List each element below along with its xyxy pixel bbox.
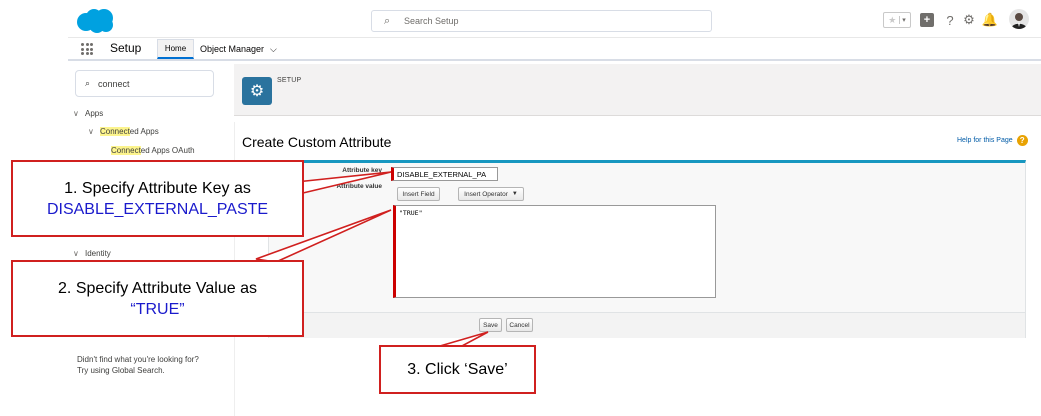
app-name: Setup bbox=[110, 41, 142, 55]
attribute-value-label: Attribute value bbox=[336, 183, 382, 190]
bell-icon[interactable]: 🔔 bbox=[982, 11, 998, 29]
breadcrumb: SETUP bbox=[277, 77, 302, 84]
help-icon[interactable]: ? bbox=[944, 11, 956, 29]
sidebar-help-text: Didn't find what you're looking for? Try… bbox=[77, 354, 199, 376]
sidebar-help-line: Try using Global Search. bbox=[77, 366, 165, 375]
page-title: Create Custom Attribute bbox=[242, 134, 392, 150]
star-icon: ★ bbox=[888, 14, 897, 25]
insert-field-button[interactable]: Insert Field bbox=[397, 187, 440, 201]
tree-node-identity[interactable]: ∨ Identity bbox=[73, 249, 111, 258]
setup-gear-icon: ⚙ bbox=[242, 77, 272, 105]
global-search-box[interactable]: ⌕ bbox=[371, 10, 712, 32]
tree-node-connected-apps[interactable]: ∨ Connected Apps bbox=[88, 127, 159, 136]
page-header bbox=[234, 64, 1041, 116]
attribute-key-label: Attribute key bbox=[342, 167, 382, 174]
avatar[interactable] bbox=[1009, 9, 1029, 29]
chevron-down-icon: ∨ bbox=[73, 249, 79, 258]
cancel-button[interactable]: Cancel bbox=[506, 318, 533, 332]
tree-node-identity-label: Identity bbox=[85, 249, 111, 258]
salesforce-cloud-logo[interactable] bbox=[75, 8, 115, 34]
plus-icon[interactable]: + bbox=[920, 13, 934, 27]
global-search-input[interactable] bbox=[404, 13, 704, 29]
callout-step-2-text: 2. Specify Attribute Value as bbox=[58, 279, 257, 297]
callout-step-2: 2. Specify Attribute Value as “TRUE” bbox=[11, 260, 304, 337]
chevron-down-icon[interactable]: ▾ bbox=[899, 16, 906, 24]
app-launcher-icon[interactable] bbox=[81, 43, 93, 55]
save-button[interactable]: Save bbox=[479, 318, 502, 332]
callout-step-1-text: 1. Specify Attribute Key as bbox=[64, 179, 251, 197]
search-icon: ⌕ bbox=[85, 78, 91, 88]
chevron-down-icon: ∨ bbox=[73, 109, 79, 118]
attribute-value-textarea[interactable]: "TRUE" bbox=[393, 205, 716, 298]
help-for-page-link[interactable]: Help for this Page ? bbox=[957, 135, 1028, 146]
insert-operator-label: Insert Operator bbox=[464, 190, 508, 198]
chevron-down-icon[interactable]: ⌵ bbox=[270, 44, 277, 55]
tree-node-apps[interactable]: ∨ Apps bbox=[73, 109, 103, 118]
tree-leaf-label: ed Apps OAuth bbox=[140, 146, 195, 155]
quick-find-input[interactable] bbox=[98, 77, 208, 91]
user-photo bbox=[1011, 13, 1027, 29]
help-icon: ? bbox=[1016, 135, 1028, 146]
tab-object-manager[interactable]: Object Manager ⌵ bbox=[200, 39, 277, 59]
search-highlight: Connect bbox=[100, 127, 130, 136]
tab-object-manager-label: Object Manager bbox=[200, 44, 265, 54]
tree-leaf-connected-apps-oauth[interactable]: Connected Apps OAuth bbox=[111, 146, 195, 155]
insert-operator-dropdown[interactable]: Insert Operator ▼ bbox=[458, 187, 524, 201]
tab-home[interactable]: Home bbox=[157, 39, 194, 59]
callout-step-1-key: DISABLE_EXTERNAL_PASTE bbox=[46, 200, 269, 218]
tree-node-apps-label: Apps bbox=[85, 109, 104, 118]
quick-find-box[interactable]: ⌕ bbox=[75, 70, 214, 97]
help-link-label: Help for this Page bbox=[957, 137, 1013, 144]
chevron-down-icon: ∨ bbox=[88, 127, 94, 136]
search-icon: ⌕ bbox=[384, 15, 391, 27]
sidebar-help-line: Didn't find what you're looking for? bbox=[77, 355, 199, 364]
gear-icon[interactable]: ⚙ bbox=[962, 11, 976, 29]
callout-step-2-value: “TRUE” bbox=[130, 300, 185, 318]
callout-step-3: 3. Click ‘Save’ bbox=[379, 345, 536, 394]
search-highlight: Connect bbox=[111, 146, 141, 155]
favorites-button[interactable]: ★ ▾ bbox=[883, 12, 911, 28]
form-button-bar bbox=[269, 312, 1025, 338]
callout-step-1: 1. Specify Attribute Key as DISABLE_EXTE… bbox=[11, 160, 304, 237]
callout-step-3-text: 3. Click ‘Save’ bbox=[407, 361, 508, 378]
tree-node-label: ed Apps bbox=[129, 127, 159, 136]
chevron-down-icon: ▼ bbox=[511, 191, 518, 197]
attribute-key-input[interactable] bbox=[391, 167, 498, 181]
